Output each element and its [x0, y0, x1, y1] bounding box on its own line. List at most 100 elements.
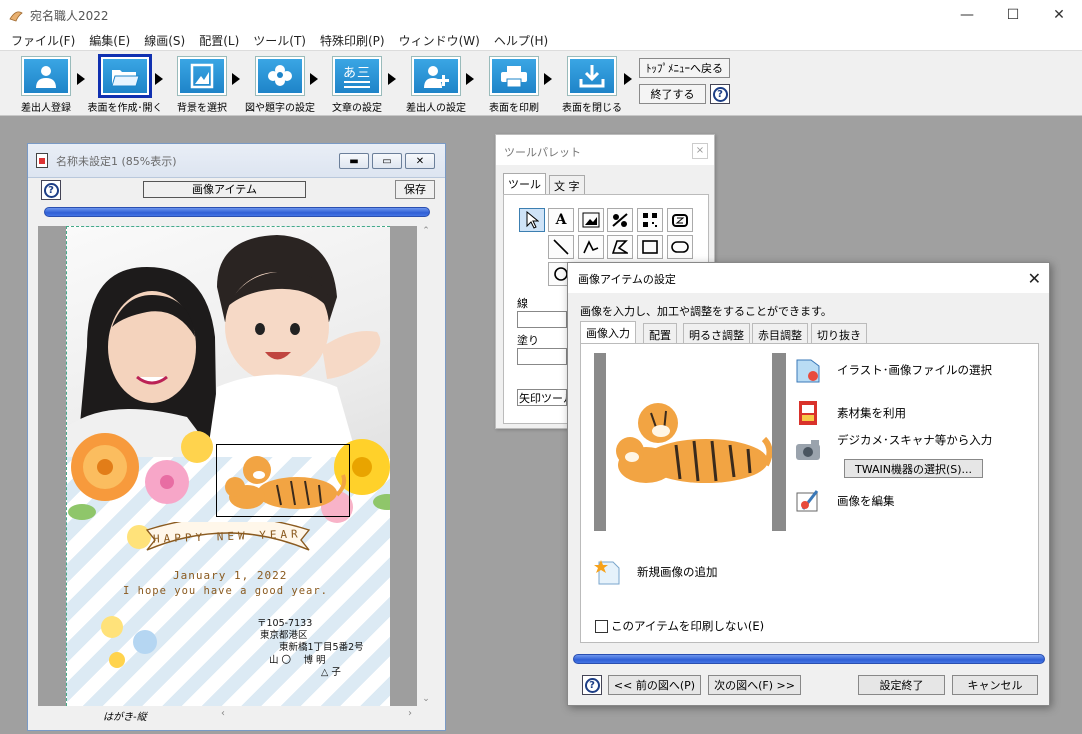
illustration-tool-icon[interactable]	[607, 208, 633, 232]
tab-red-eye[interactable]: 赤目調整	[752, 323, 808, 343]
new-image-icon	[593, 558, 623, 586]
select-file-action[interactable]: イラスト･画像ファイルの選択	[793, 356, 992, 384]
stamp-tool-icon[interactable]	[667, 208, 693, 232]
fill-style-box[interactable]	[517, 348, 567, 365]
menu-help[interactable]: ヘルプ(H)	[487, 32, 555, 49]
sender-setting-button[interactable]: 差出人の設定	[404, 57, 468, 115]
edit-image-icon	[793, 487, 823, 515]
tiger-illustration	[225, 456, 347, 509]
scroll-right-icon[interactable]: ›	[408, 708, 412, 719]
menu-tools[interactable]: ツール(T)	[246, 32, 313, 49]
dialog-close-button[interactable]: ✕	[1028, 269, 1041, 288]
cancel-button[interactable]: キャンセル	[952, 675, 1038, 695]
text-tool-icon[interactable]: A	[548, 208, 574, 232]
scroll-left-icon[interactable]: ‹	[221, 708, 225, 719]
create-open-front-button[interactable]: 表面を作成･開く	[88, 57, 163, 115]
document-icon	[36, 153, 48, 168]
menu-window[interactable]: ウィンドウ(W)	[392, 32, 487, 49]
palette-tab-tools[interactable]: ツール	[503, 173, 546, 194]
edit-image-action[interactable]: 画像を編集	[793, 487, 895, 515]
help-icon: ?	[43, 182, 59, 198]
palette-tab-text[interactable]: 文 字	[549, 175, 585, 194]
menu-special-print[interactable]: 特殊印刷(P)	[313, 32, 392, 49]
close-button[interactable]: ✕	[1036, 0, 1082, 30]
app-logo-icon	[8, 7, 24, 23]
document-maximize-button[interactable]: ▭	[372, 153, 402, 169]
image-preview	[594, 353, 786, 531]
maximize-button[interactable]: ☐	[990, 0, 1036, 30]
qrcode-tool-icon[interactable]	[637, 208, 663, 232]
tab-placement[interactable]: 配置	[643, 323, 677, 343]
polyline-tool-icon[interactable]	[578, 235, 604, 259]
date-text: January 1, 2022	[173, 569, 288, 582]
finish-settings-button[interactable]: 設定終了	[858, 675, 945, 695]
add-new-image-action[interactable]: 新規画像の追加	[593, 558, 718, 586]
flow-arrow-icon	[77, 73, 85, 85]
illustration-title-button[interactable]: 図や題字の設定	[245, 57, 315, 115]
image-tool-icon[interactable]	[578, 208, 604, 232]
palette-close-button[interactable]: ×	[692, 143, 708, 159]
previous-item-button[interactable]: << 前の図へ(P)	[608, 675, 701, 695]
top-menu-button[interactable]: ﾄｯﾌﾟﾒﾆｭｰへ戻る	[639, 58, 730, 78]
next-item-button[interactable]: 次の図へ(F) >>	[708, 675, 801, 695]
menu-file[interactable]: ファイル(F)	[4, 32, 82, 49]
document-horizontal-scrollbar[interactable]: はがき-縦 ‹ ›	[38, 706, 435, 724]
flow-arrow-icon	[155, 73, 163, 85]
menu-layout[interactable]: 配置(L)	[192, 32, 246, 49]
camera-icon	[793, 436, 823, 464]
tab-brightness[interactable]: 明るさ調整	[683, 323, 750, 343]
close-front-button[interactable]: 表面を閉じる	[560, 57, 624, 115]
folder-open-icon	[101, 57, 149, 95]
tiger-preview-illustration	[616, 403, 773, 483]
no-print-checkbox[interactable]: このアイテムを印刷しない(E)	[595, 618, 764, 634]
save-button[interactable]: 保存	[395, 180, 435, 199]
printer-icon	[490, 57, 538, 95]
postcard-canvas[interactable]: HAPPY NEW YEAR January 1, 2022 I hope yo…	[66, 226, 390, 706]
line-tool-icon[interactable]	[548, 235, 574, 259]
rectangle-tool-icon[interactable]	[637, 235, 663, 259]
palette-title: ツールパレット	[496, 135, 714, 165]
minimize-button[interactable]: —	[944, 0, 990, 30]
twain-select-button[interactable]: TWAIN機器の選択(S)...	[844, 459, 983, 478]
sender-register-button[interactable]: 差出人登録	[14, 57, 78, 115]
arrow-tool-icon[interactable]	[519, 208, 545, 232]
text-setting-button[interactable]: あ三 文章の設定	[325, 57, 389, 115]
help-icon: ?	[712, 86, 728, 102]
document-close-button[interactable]: ✕	[405, 153, 435, 169]
checkbox-icon	[595, 619, 608, 633]
menu-draw[interactable]: 線画(S)	[137, 32, 192, 49]
print-front-button[interactable]: 表面を印刷	[482, 57, 546, 115]
tab-crop[interactable]: 切り抜き	[811, 323, 867, 343]
paper-size-label: はがき-縦	[103, 712, 147, 723]
scroll-down-icon[interactable]: ⌄	[417, 694, 435, 704]
image-item-settings-dialog: 画像アイテムの設定 ✕ 画像を入力し、加工や調整をすることができます。 画像入力…	[567, 262, 1050, 706]
document-progress-bar	[44, 207, 430, 217]
image-input-panel: イラスト･画像ファイルの選択 素材集を利用 デジカメ･スキャナ等から入力 TWA…	[580, 343, 1039, 643]
postal-code: 〒105-7133	[257, 618, 313, 629]
small-flowers	[101, 616, 157, 668]
toolbar-help-button[interactable]: ?	[710, 84, 730, 104]
canvas-area: HAPPY NEW YEAR January 1, 2022 I hope yo…	[38, 226, 435, 706]
sender-name-1: 山 〇 博 明	[269, 655, 326, 666]
message-text: I hope you have a good year.	[123, 585, 329, 597]
svg-text:三: 三	[357, 66, 370, 81]
menu-edit[interactable]: 編集(E)	[82, 32, 137, 49]
tab-image-input[interactable]: 画像入力	[580, 321, 636, 344]
address-line-1: 東京都港区	[260, 630, 308, 641]
rounded-rect-tool-icon[interactable]	[667, 235, 693, 259]
exit-button[interactable]: 終了する	[639, 84, 706, 104]
select-background-button[interactable]: 背景を選択	[170, 57, 234, 115]
address-line-2: 東新橋1丁目5番2号	[279, 642, 364, 653]
polygon-tool-icon[interactable]	[607, 235, 633, 259]
current-tool-name: 矢印ツール	[517, 389, 567, 406]
use-library-action[interactable]: 素材集を利用	[793, 399, 906, 427]
selected-image-item[interactable]	[216, 444, 350, 517]
dialog-help-button[interactable]: ?	[582, 675, 602, 695]
flow-arrow-icon	[466, 73, 474, 85]
document-help-button[interactable]: ?	[41, 180, 61, 200]
main-toolbar: 差出人登録 表面を作成･開く 背景を選択 図や題字の設定 あ三 文章の設定 差出…	[0, 50, 1082, 116]
document-minimize-button[interactable]: ▬	[339, 153, 369, 169]
line-style-box[interactable]	[517, 311, 567, 328]
scroll-up-icon[interactable]: ⌃	[417, 226, 435, 236]
document-vertical-scrollbar[interactable]: ⌃ ⌄	[417, 226, 435, 706]
